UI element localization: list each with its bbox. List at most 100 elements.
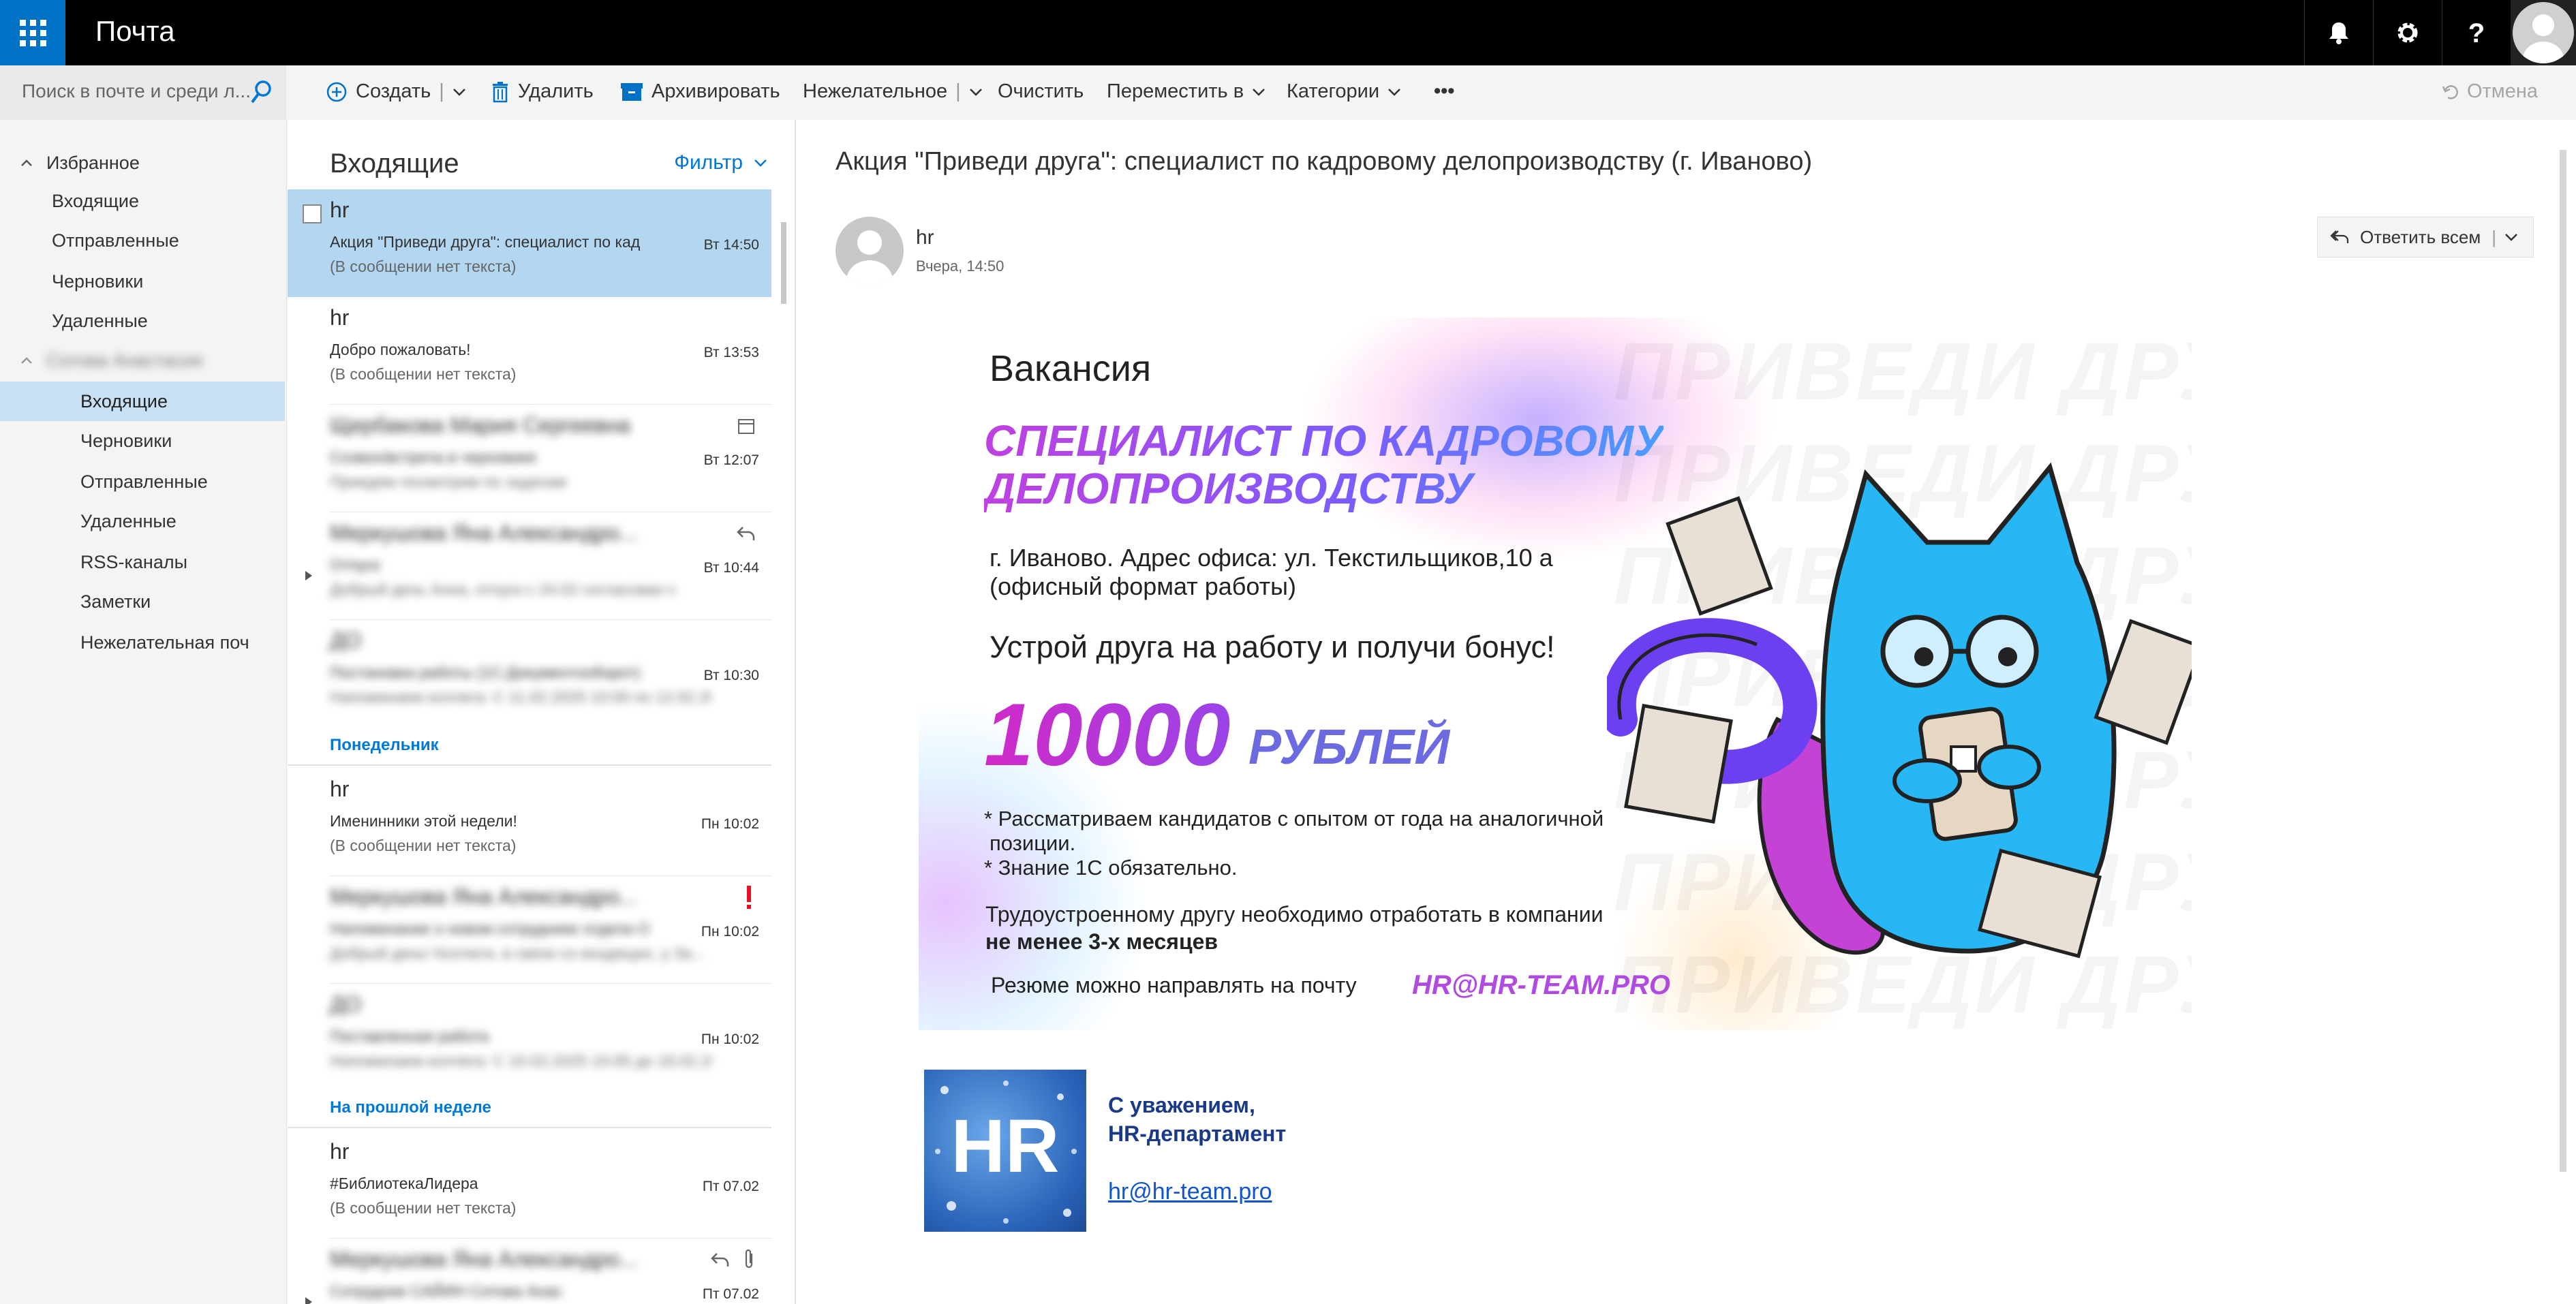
bonus-currency: РУБЛЕЙ [1248, 720, 1450, 775]
chevron-down-icon[interactable] [2504, 232, 2518, 242]
folder-sent[interactable]: Отправленные [80, 471, 208, 493]
message-list-scrollbar[interactable] [781, 222, 786, 304]
message-item[interactable]: Щербакова Мария Сергеевна Созвон/встреча… [288, 405, 771, 512]
message-sender: hr [330, 1139, 350, 1164]
signature-greeting: С уважением, [1108, 1093, 1255, 1117]
new-message-button[interactable]: Создать | [326, 80, 466, 103]
message-item[interactable]: Меркушова Яна Александро... Сотрудник СА… [288, 1239, 771, 1304]
hr-logo: HR [924, 1070, 1086, 1232]
message-time: Пн 10:02 [701, 1031, 759, 1047]
top-bar: Почта ? [0, 0, 2576, 65]
plus-circle-icon [326, 82, 347, 102]
more-actions-button[interactable]: ••• [1434, 80, 1454, 103]
message-subject: Сотрудник САЙИН Сотова Анас [330, 1282, 563, 1300]
message-time: Пт 07.02 [702, 1179, 759, 1194]
sweep-label: Очистить [998, 80, 1084, 102]
message-preview: Добрый день Анна, отпуск с 24.02 согласо… [330, 580, 677, 598]
delete-button[interactable]: Удалить [491, 80, 594, 103]
requirement-2: * Знание 1С обязательно. [984, 856, 1238, 880]
message-preview: Напоминаем коллега: С 11.02.2025 10:00 п… [330, 688, 711, 706]
notifications-button[interactable] [2304, 0, 2373, 65]
message-preview: (В сообщении нет текста) [330, 258, 517, 275]
expand-thread-icon[interactable] [304, 1296, 313, 1304]
move-to-button[interactable]: Переместить в [1107, 80, 1266, 103]
message-sender: hr [330, 777, 350, 801]
account-avatar-button[interactable] [2511, 0, 2576, 65]
vacancy-role-line1: СПЕЦИАЛИСТ ПО КАДРОВОМУ [984, 416, 1663, 465]
undo-button[interactable]: Отмена [2441, 80, 2538, 103]
sweep-button[interactable]: Очистить [998, 80, 1084, 103]
favorites-header[interactable]: Избранное [46, 153, 140, 174]
reading-pane-scrollbar[interactable] [2560, 150, 2566, 1172]
separator: | [955, 80, 961, 102]
archive-button[interactable]: Архивировать [620, 80, 780, 103]
settings-button[interactable] [2373, 0, 2442, 65]
message-subject: Напоминание о новом сотруднике отдела ОИ… [330, 920, 650, 937]
expand-thread-icon[interactable] [304, 570, 313, 582]
message-sender: hr [330, 305, 350, 330]
message-subject: Созвон/встреча в черновике [330, 448, 537, 466]
folder-favorite-sent[interactable]: Отправленные [52, 230, 179, 251]
message-item[interactable]: hr #БиблиотекаЛидера (В сообщении нет те… [288, 1131, 771, 1239]
help-icon: ? [2468, 19, 2485, 46]
folder-favorite-deleted[interactable]: Удаленные [52, 311, 148, 332]
message-subject-title: Акция "Приведи друга": специалист по кад… [835, 147, 1813, 176]
message-sender: Меркушова Яна Александро... [330, 521, 638, 545]
chevron-down-icon[interactable] [969, 87, 983, 97]
folder-favorite-drafts[interactable]: Черновики [52, 271, 143, 292]
chevron-up-icon[interactable] [20, 356, 33, 365]
folder-drafts[interactable]: Черновики [80, 431, 172, 452]
reply-all-label: Ответить всем [2360, 226, 2481, 247]
svg-text:?: ? [2468, 19, 2485, 46]
chevron-down-icon[interactable] [453, 87, 466, 97]
folder-notes[interactable]: Заметки [80, 591, 151, 612]
signature-department: HR-департамент [1108, 1121, 1287, 1146]
folder-inbox[interactable]: Входящие [80, 391, 168, 412]
cat-illustration [1607, 462, 2192, 959]
junk-button[interactable]: Нежелательное | [803, 80, 983, 103]
new-message-label: Создать [356, 80, 431, 102]
message-preview: Приедем посмотрим по задачам [330, 473, 567, 491]
account-name[interactable]: Сотова Анастасия [46, 350, 202, 371]
logo-text: HR [951, 1104, 1060, 1188]
filter-button[interactable]: Фильтр [674, 151, 767, 174]
sender-name[interactable]: hr [916, 226, 934, 249]
message-subject: Добро пожаловать! [330, 341, 471, 358]
top-actions: ? [2304, 0, 2576, 65]
chevron-down-icon [1388, 88, 1400, 96]
chevron-up-icon[interactable] [20, 158, 33, 168]
message-item[interactable]: hr Добро пожаловать! (В сообщении нет те… [288, 297, 771, 405]
search-box[interactable]: Поиск в почте и среди л... [0, 65, 286, 120]
categories-button[interactable]: Категории [1287, 80, 1401, 103]
search-input[interactable]: Поиск в почте и среди л... [22, 80, 251, 102]
message-item[interactable]: hr Именинники этой недели! (В сообщении … [288, 769, 771, 876]
folder-favorite-inbox[interactable]: Входящие [52, 191, 139, 212]
message-item[interactable]: Меркушова Яна Александро... Отпуск Добры… [288, 512, 771, 620]
folder-pane: Избранное Входящие Отправленные Черновик… [0, 120, 287, 1304]
sent-date: Вчера, 14:50 [916, 258, 1005, 275]
resume-text: Резюме можно направлять на почту [991, 973, 1357, 997]
reply-all-button[interactable]: Ответить всем | [2317, 217, 2534, 258]
message-item[interactable]: ДО Постановка работы (1С:Документооборот… [288, 620, 771, 728]
signature-email-link[interactable]: hr@hr-team.pro [1108, 1179, 1272, 1205]
app-launcher-button[interactable] [0, 0, 65, 65]
avatar-icon [2513, 2, 2574, 63]
bonus-amount: 10000 [984, 685, 1231, 784]
reply-all-icon [2330, 230, 2349, 243]
help-button[interactable]: ? [2442, 0, 2511, 65]
message-item[interactable]: Меркушова Яна Александро... Напоминание … [288, 876, 771, 984]
folder-rss[interactable]: RSS-каналы [80, 552, 187, 573]
select-checkbox[interactable] [303, 204, 322, 223]
bell-icon [2329, 22, 2348, 44]
message-time: Пт 07.02 [702, 1286, 759, 1302]
command-bar: Поиск в почте и среди л... Создать | Уда… [0, 65, 2576, 121]
search-icon[interactable] [249, 79, 273, 106]
requirements: * Рассматриваем кандидатов с опытом от г… [984, 807, 1604, 880]
office-address: г. Иваново. Адрес офиса: ул. Текстильщик… [990, 544, 1553, 601]
message-item[interactable]: hr Акция "Приведи друга": специалист по … [288, 189, 771, 297]
message-item[interactable]: ДО Поставленная работа Напоминаем коллег… [288, 984, 771, 1091]
folder-deleted[interactable]: Удаленные [80, 511, 177, 532]
folder-junk[interactable]: Нежелательная поч [80, 632, 249, 653]
gear-icon [2397, 22, 2418, 43]
archive-label: Архивировать [651, 80, 780, 102]
